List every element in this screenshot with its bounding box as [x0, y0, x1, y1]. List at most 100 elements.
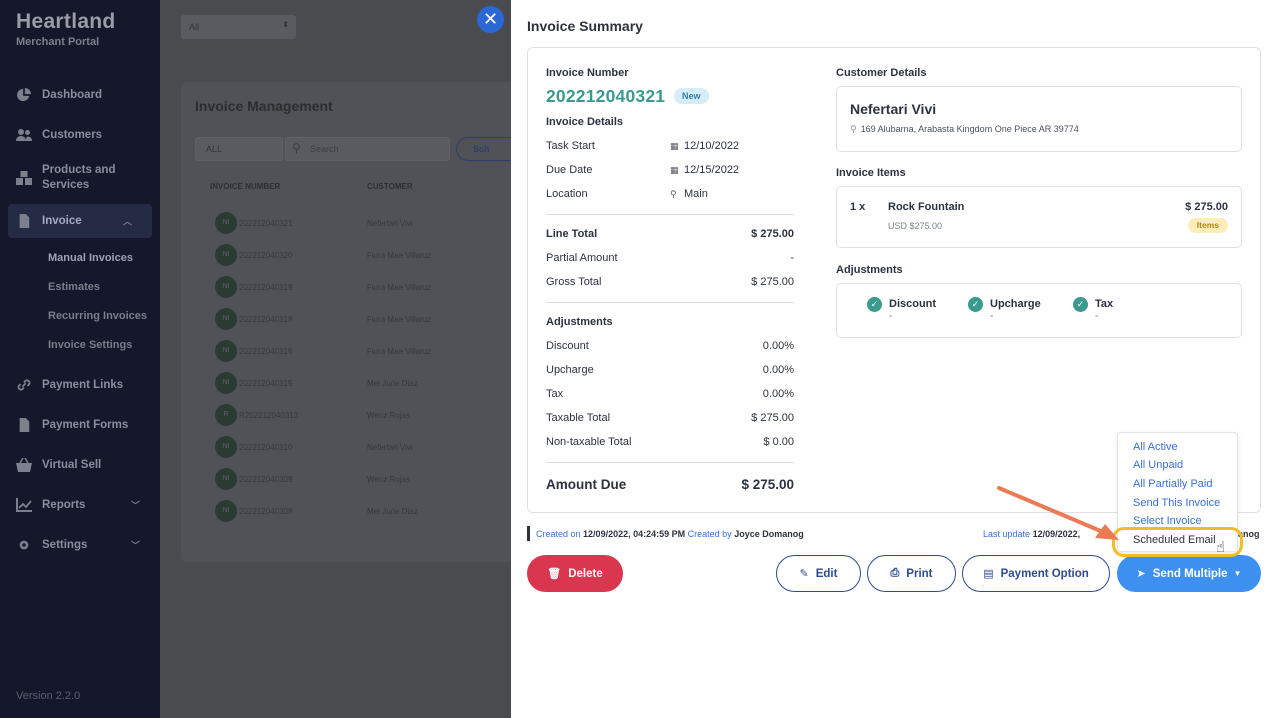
line-total-value: $ 275.00 [751, 228, 794, 240]
sidebar-subitem-estimates[interactable]: Estimates [0, 273, 160, 302]
top-filter-value: All [189, 22, 200, 32]
send-multiple-button[interactable]: ➤ Send Multiple ▼ [1117, 555, 1261, 592]
line-total-row: Line Total $ 275.00 [546, 228, 794, 240]
panel-title: Invoice Summary [527, 18, 643, 34]
sidebar-item-reports[interactable]: Reports ﹀ [0, 488, 160, 522]
nontaxable-total-value: $ 0.00 [763, 436, 794, 448]
status-filter[interactable]: ALL [195, 137, 283, 161]
avatar: R [215, 404, 237, 426]
avatar: NI [215, 500, 237, 522]
task-start-row: Task Start ▦ 12/10/2022 [546, 140, 796, 152]
sidebar-item-payment-links[interactable]: Payment Links [0, 368, 160, 402]
menu-item-all-active[interactable]: All Active [1133, 441, 1178, 453]
trash-icon: 🗑 [547, 568, 562, 580]
sidebar-item-dashboard[interactable]: Dashboard [0, 78, 160, 112]
customer-cell: Nefertari Vivi [367, 443, 413, 452]
menu-item-select-invoice[interactable]: Select Invoice [1133, 515, 1201, 527]
due-date-label: Due Date [546, 164, 593, 176]
search-placeholder: Search [310, 144, 339, 154]
users-icon [16, 128, 34, 142]
avatar: NI [215, 436, 237, 458]
payment-option-button[interactable]: ▤ Payment Option [962, 555, 1110, 592]
sidebar-item-settings[interactable]: Settings ﹀ [0, 528, 160, 562]
line-total-label: Line Total [546, 228, 598, 240]
avatar: NI [215, 276, 237, 298]
meta-accent-bar [527, 526, 530, 541]
customer-address-text: 169 Alubarna, Arabasta Kingdom One Piece… [860, 124, 1079, 134]
table-row[interactable]: NI 202212040321 Nefertari Vivi [215, 212, 515, 244]
brand-name: Heartland [16, 10, 116, 33]
sidebar-item-label: Virtual Sell [42, 459, 102, 471]
invoice-number-cell: 202212040309 [239, 475, 293, 484]
customer-cell: Flora Mae Villaruz [367, 347, 432, 356]
invoice-number-cell: 202212040320 [239, 251, 293, 260]
gear-icon [16, 538, 34, 552]
adjustment-value: - [889, 311, 893, 322]
sidebar-item-virtual-sell[interactable]: Virtual Sell [0, 448, 160, 482]
sidebar-item-label: Customers [42, 129, 103, 141]
menu-item-send-this-invoice[interactable]: Send This Invoice [1133, 497, 1220, 509]
tax-value: 0.00% [762, 388, 794, 400]
created-prefix: Created on [536, 529, 581, 539]
delete-button[interactable]: 🗑 Delete [527, 555, 623, 592]
sidebar-item-invoice[interactable]: Invoice ︿ [8, 204, 152, 238]
tax-label: Tax [546, 388, 564, 400]
invoice-details-label: Invoice Details [546, 116, 624, 128]
invoice-number-label: Invoice Number [546, 67, 629, 79]
invoice-items-label: Invoice Items [836, 167, 906, 179]
column-header-invoice-number[interactable]: INVOICE NUMBER [210, 182, 280, 191]
search-input[interactable]: ⚲ Search [285, 137, 450, 161]
edit-label: Edit [815, 567, 838, 580]
pie-chart-icon [16, 88, 34, 102]
pencil-icon: ✎ [799, 568, 809, 580]
brand-logo[interactable]: Heartland Merchant Portal [16, 10, 116, 48]
sidebar-item-label: Payment Forms [42, 419, 129, 431]
menu-item-all-unpaid[interactable]: All Unpaid [1133, 459, 1183, 471]
table-row[interactable]: NI 202212040320 Flora Mae Villaruz [215, 244, 515, 276]
due-date-row: Due Date ▦ 12/15/2022 [546, 164, 796, 176]
location-value: Main [684, 188, 708, 200]
sidebar-item-payment-forms[interactable]: Payment Forms [0, 408, 160, 442]
chart-icon [16, 498, 34, 512]
close-icon: ✕ [482, 9, 499, 29]
customer-details-box: Nefertari Vivi ⚲ 169 Alubarna, Arabasta K… [836, 86, 1242, 152]
print-button[interactable]: ⎙ Print [867, 555, 956, 592]
chevron-up-icon: ︿ [122, 216, 132, 227]
map-pin-icon: ⚲ [850, 124, 857, 134]
adjustment-name: Upcharge [990, 298, 1041, 310]
taxable-total-label: Taxable Total [546, 412, 611, 424]
table-row[interactable]: NI 202212040309 Wenz Rojas [215, 468, 515, 500]
sidebar-subitem-manual-invoices[interactable]: Manual Invoices [0, 244, 160, 273]
annotation-arrow-icon [997, 486, 1119, 540]
table-row[interactable]: NI 202212040316 Flora Mae Villaruz [215, 340, 515, 372]
column-header-customer[interactable]: CUSTOMER [367, 182, 413, 191]
adjustment-value: - [1095, 311, 1099, 322]
table-row[interactable]: NI 202212040319 Flora Mae Villaruz [215, 276, 515, 308]
search-icon: ⚲ [292, 141, 301, 155]
sidebar-subitem-invoice-settings[interactable]: Invoice Settings [0, 331, 160, 360]
sidebar-subitem-recurring[interactable]: Recurring Invoices [0, 302, 160, 331]
table-row[interactable]: NI 202212040318 Flora Mae Villaruz [215, 308, 515, 340]
sidebar-item-customers[interactable]: Customers [0, 118, 160, 152]
document-icon [16, 214, 34, 228]
top-filter-select[interactable]: All ⬍ [181, 15, 296, 39]
table-row[interactable]: NI 202212040308 Mel June Diaz [215, 500, 515, 532]
paper-plane-icon: ➤ [1136, 568, 1146, 580]
customer-name: Nefertari Vivi [850, 101, 937, 117]
map-pin-icon: ⚲ [670, 189, 677, 199]
nontaxable-total-row: Non-taxable Total $ 0.00 [546, 436, 794, 448]
menu-item-all-partially-paid[interactable]: All Partially Paid [1133, 478, 1212, 490]
edit-button[interactable]: ✎ Edit [776, 555, 861, 592]
table-row[interactable]: R R202212040313 Wenz Rojas [215, 404, 515, 436]
boxes-icon [16, 171, 34, 185]
cash-register-icon: ▤ [983, 568, 994, 580]
table-row[interactable]: NI 202212040315 Mel June Diaz [215, 372, 515, 404]
sidebar-item-products[interactable]: Products and Services [0, 158, 160, 198]
location-row: Location ⚲ Main [546, 188, 796, 200]
invoice-number-cell: 202212040316 [239, 347, 293, 356]
check-circle-icon: ✓ [968, 297, 983, 312]
table-row[interactable]: NI 202212040310 Nefertari Vivi [215, 436, 515, 468]
close-panel-button[interactable]: ✕ [477, 6, 504, 33]
status-badge: New [674, 88, 709, 104]
divider [546, 302, 794, 303]
